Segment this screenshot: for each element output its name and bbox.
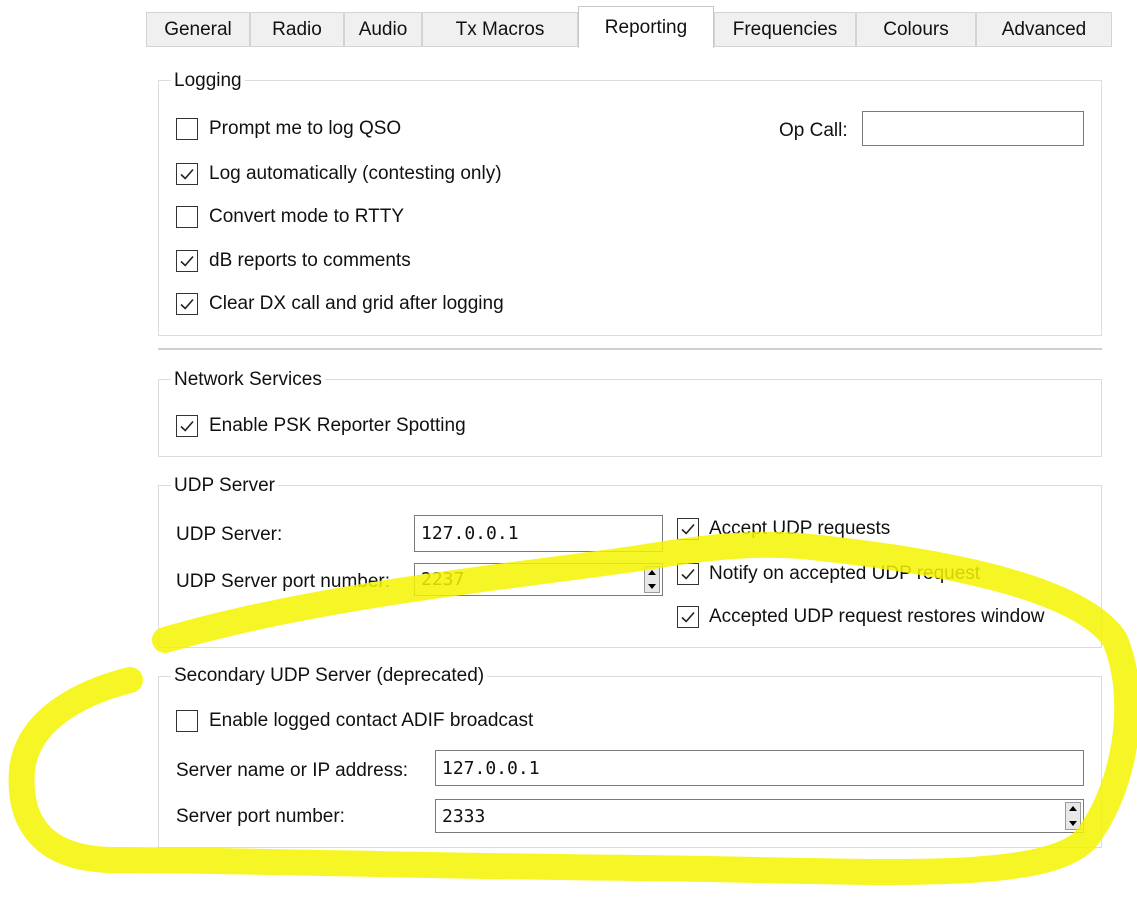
accept-udp-label: Accept UDP requests xyxy=(709,518,891,539)
udp-server-label: UDP Server: xyxy=(176,524,283,545)
tab-bar: General Radio Audio Tx Macros Reporting … xyxy=(146,6,1112,48)
tab-frequencies[interactable]: Frequencies xyxy=(714,12,856,47)
adif-broadcast-label: Enable logged contact ADIF broadcast xyxy=(209,710,534,731)
notify-udp-checkbox[interactable] xyxy=(677,563,699,585)
db-reports-label: dB reports to comments xyxy=(209,250,411,271)
server-name-input[interactable]: 127.0.0.1 xyxy=(435,750,1084,786)
udp-port-value: 2237 xyxy=(421,569,465,590)
udp-port-spinbox[interactable]: 2237 xyxy=(414,563,663,596)
adif-broadcast-checkbox[interactable] xyxy=(176,710,198,732)
log-automatically-checkbox[interactable] xyxy=(176,163,198,185)
restore-window-label: Accepted UDP request restores window xyxy=(709,606,1045,627)
section-separator xyxy=(158,348,1102,351)
tab-label: Reporting xyxy=(604,16,688,38)
tab-label: Tx Macros xyxy=(455,19,545,40)
tab-radio[interactable]: Radio xyxy=(250,12,344,47)
server-port-spinbox[interactable]: 2333 xyxy=(435,799,1084,833)
tab-tx-macros[interactable]: Tx Macros xyxy=(422,12,578,47)
spin-arrows-icon[interactable] xyxy=(644,566,660,593)
tab-label: Frequencies xyxy=(732,19,838,40)
accept-udp-checkbox[interactable] xyxy=(677,518,699,540)
tab-label: Advanced xyxy=(1001,19,1087,40)
notify-udp-label: Notify on accepted UDP request xyxy=(709,563,981,584)
db-reports-checkbox[interactable] xyxy=(176,250,198,272)
convert-rtty-checkbox[interactable] xyxy=(176,206,198,228)
tab-colours[interactable]: Colours xyxy=(856,12,976,47)
secondary-udp-title: Secondary UDP Server (deprecated) xyxy=(171,665,488,687)
tab-label: Radio xyxy=(272,19,322,40)
network-services-title: Network Services xyxy=(171,369,325,391)
clear-dx-checkbox[interactable] xyxy=(176,293,198,315)
convert-rtty-label: Convert mode to RTTY xyxy=(209,206,405,227)
restore-window-checkbox[interactable] xyxy=(677,606,699,628)
log-automatically-label: Log automatically (contesting only) xyxy=(209,163,502,184)
spin-arrows-icon[interactable] xyxy=(1065,802,1081,830)
udp-server-input[interactable]: 127.0.0.1 xyxy=(414,515,663,552)
tab-audio[interactable]: Audio xyxy=(344,12,422,47)
tab-label: Colours xyxy=(883,19,949,40)
clear-dx-label: Clear DX call and grid after logging xyxy=(209,293,504,314)
op-call-input[interactable] xyxy=(862,111,1084,146)
op-call-label: Op Call: xyxy=(779,120,848,141)
tab-label: Audio xyxy=(358,19,408,40)
tab-label: General xyxy=(164,19,232,40)
udp-port-label: UDP Server port number: xyxy=(176,571,391,592)
prompt-log-checkbox[interactable] xyxy=(176,118,198,140)
psk-reporter-checkbox[interactable] xyxy=(176,415,198,437)
tab-reporting[interactable]: Reporting xyxy=(578,6,714,48)
tab-general[interactable]: General xyxy=(146,12,250,47)
server-name-label: Server name or IP address: xyxy=(176,760,408,781)
udp-server-title: UDP Server xyxy=(171,475,279,497)
server-port-value: 2333 xyxy=(442,805,486,827)
server-port-label: Server port number: xyxy=(176,806,345,827)
prompt-log-label: Prompt me to log QSO xyxy=(209,118,402,139)
psk-reporter-label: Enable PSK Reporter Spotting xyxy=(209,415,466,436)
logging-group-title: Logging xyxy=(171,70,245,92)
tab-advanced[interactable]: Advanced xyxy=(976,12,1112,47)
